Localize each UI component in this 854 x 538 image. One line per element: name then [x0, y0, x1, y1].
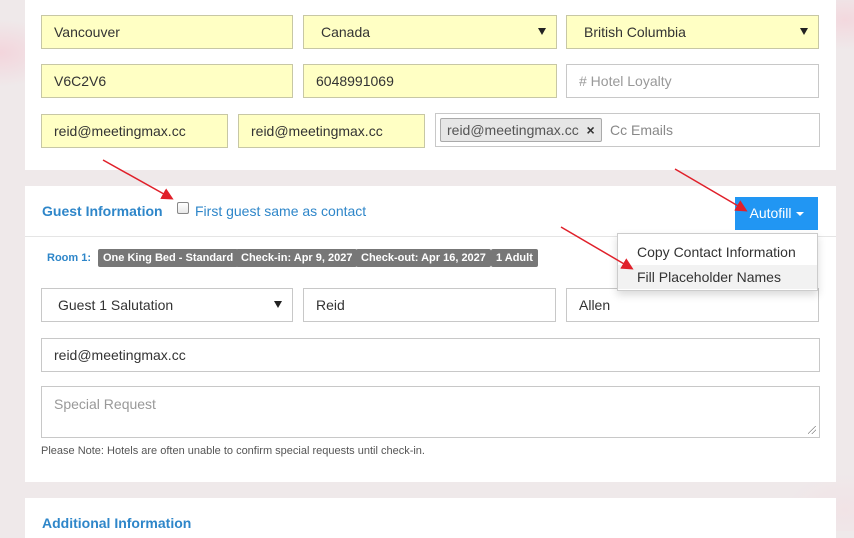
- room-type-badge: One King Bed - Standard: [98, 249, 239, 267]
- special-request-note: Please Note: Hotels are often unable to …: [41, 445, 425, 457]
- chevron-down-icon: [800, 28, 808, 35]
- special-request-placeholder: Special Request: [54, 396, 156, 412]
- city-input[interactable]: Vancouver: [41, 15, 293, 49]
- cc-emails-input[interactable]: reid@meetingmax.cc × Cc Emails: [435, 113, 820, 147]
- room-label: Room 1:: [47, 252, 91, 264]
- guest-first-name-input[interactable]: Reid: [303, 288, 556, 322]
- postal-code-input[interactable]: V6C2V6: [41, 64, 293, 98]
- special-request-textarea[interactable]: Special Request: [41, 386, 820, 438]
- same-as-contact-checkbox[interactable]: [177, 202, 189, 214]
- cc-emails-placeholder: Cc Emails: [610, 122, 674, 138]
- guest-last-name-input[interactable]: Allen: [566, 288, 819, 322]
- confirm-email-input[interactable]: reid@meetingmax.cc: [238, 114, 425, 148]
- cc-email-tag: reid@meetingmax.cc ×: [440, 118, 602, 142]
- additional-information-title: Additional Information: [42, 515, 192, 531]
- chevron-down-icon: [274, 301, 282, 308]
- country-value: Canada: [321, 24, 371, 40]
- menu-item-copy-contact[interactable]: Copy Contact Information: [618, 240, 817, 264]
- province-value: British Columbia: [584, 24, 686, 40]
- guest-salutation-select[interactable]: Guest 1 Salutation: [41, 288, 293, 322]
- phone-input[interactable]: 6048991069: [303, 64, 557, 98]
- hotel-loyalty-input[interactable]: # Hotel Loyalty: [566, 64, 819, 98]
- guest-information-title: Guest Information: [42, 203, 163, 219]
- guest-email-input[interactable]: reid@meetingmax.cc: [41, 338, 820, 372]
- cc-email-tag-label: reid@meetingmax.cc: [447, 122, 579, 138]
- check-out-badge: Check-out: Apr 16, 2027: [356, 249, 491, 267]
- close-icon[interactable]: ×: [587, 119, 595, 141]
- country-select[interactable]: Canada: [303, 15, 557, 49]
- chevron-down-icon: [538, 28, 546, 35]
- autofill-label: Autofill: [749, 205, 792, 221]
- check-in-badge: Check-in: Apr 9, 2027: [236, 249, 358, 267]
- autofill-menu: Copy Contact Information Fill Placeholde…: [617, 233, 818, 291]
- same-as-contact-label[interactable]: First guest same as contact: [195, 203, 366, 219]
- email-input[interactable]: reid@meetingmax.cc: [41, 114, 228, 148]
- salutation-value: Guest 1 Salutation: [58, 297, 174, 313]
- caret-down-icon: [795, 212, 804, 217]
- resize-handle-icon[interactable]: [808, 426, 816, 434]
- menu-item-fill-placeholder-names[interactable]: Fill Placeholder Names: [618, 265, 817, 289]
- guests-badge: 1 Adult: [491, 249, 538, 267]
- province-select[interactable]: British Columbia: [566, 15, 819, 49]
- autofill-button[interactable]: Autofill: [735, 197, 818, 230]
